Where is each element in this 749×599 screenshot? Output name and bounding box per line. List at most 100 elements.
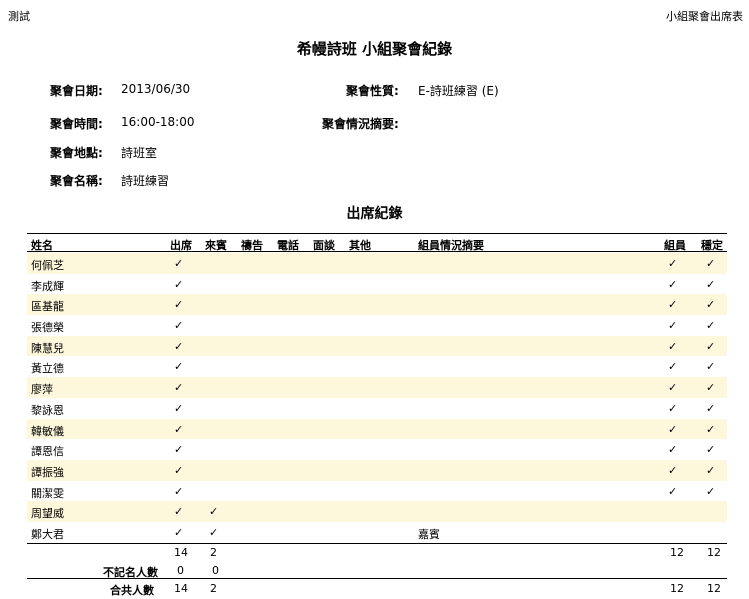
cell-stable: ✓ (706, 277, 716, 291)
cell-member: ✓ (668, 463, 678, 477)
cell-name: 黎詠恩 (31, 403, 64, 417)
cell-member: ✓ (668, 277, 678, 291)
cell-name: 何佩芝 (31, 259, 64, 272)
table-row: 鄭大君 ✓ ✓ 嘉賓 (27, 522, 727, 543)
cell-name: 張德榮 (31, 321, 64, 335)
cell-member: ✓ (668, 381, 678, 395)
table-row: 周望威 ✓ ✓ (27, 501, 727, 522)
cell-name: 周望威 (31, 507, 64, 521)
cell-stable: ✓ (706, 360, 716, 374)
cell-name: 李成輝 (31, 279, 64, 293)
cell-stable: ✓ (706, 422, 716, 436)
cell-stable: ✓ (706, 257, 716, 270)
cell-stable: ✓ (706, 319, 716, 333)
cell-member: ✓ (668, 339, 678, 353)
cell-name: 韓敏儀 (31, 424, 64, 438)
total-label: 合共人數 (110, 584, 154, 597)
total-attend: 14 (174, 582, 188, 595)
cell-attend: ✓ (174, 505, 184, 519)
cell-name: 關潔雯 (31, 486, 64, 500)
name-value: 詩班練習 (121, 174, 170, 188)
date-label: 聚會日期: (50, 84, 103, 98)
cell-name: 陳慧兒 (31, 341, 64, 355)
nature-label: 聚會性質: (346, 84, 399, 98)
nature-value: E-詩班練習 (E) (418, 84, 499, 98)
cell-notes: 嘉賓 (418, 527, 440, 541)
cell-member: ✓ (668, 401, 678, 415)
subtotal-guest: 2 (210, 546, 217, 559)
cell-member: ✓ (668, 360, 678, 374)
cell-attend: ✓ (174, 401, 184, 415)
cell-name: 黃立德 (31, 362, 64, 376)
cell-attend: ✓ (174, 319, 184, 333)
cell-name: 廖萍 (31, 383, 53, 397)
subtotal-attend: 14 (174, 546, 188, 559)
cell-member: ✓ (668, 422, 678, 436)
cell-attend: ✓ (174, 463, 184, 477)
table-row: 廖萍 ✓ ✓ ✓ (27, 377, 727, 398)
table-header-rule (27, 251, 727, 252)
cell-member: ✓ (668, 257, 678, 270)
total-guest: 2 (210, 582, 217, 595)
anonymous-attend: 0 (177, 564, 184, 577)
cell-stable: ✓ (706, 339, 716, 353)
attendance-rows: 何佩芝 ✓ ✓ ✓ 李成輝 ✓ ✓ ✓ 區基龍 ✓ ✓ ✓ 張德榮 ✓ ✓ ✓ … (27, 253, 727, 543)
cell-stable: ✓ (706, 443, 716, 457)
total-member: 12 (670, 582, 684, 595)
cell-name: 區基龍 (31, 300, 64, 314)
cell-attend: ✓ (174, 277, 184, 291)
table-row: 韓敏儀 ✓ ✓ ✓ (27, 418, 727, 440)
subtotal-rule (27, 543, 727, 544)
cell-name: 譚恩信 (31, 445, 64, 459)
table-row: 關潔雯 ✓ ✓ ✓ (27, 481, 727, 502)
table-row: 何佩芝 ✓ ✓ ✓ (27, 253, 727, 274)
cell-name: 鄭大君 (31, 527, 64, 541)
cell-stable: ✓ (706, 401, 716, 415)
cell-stable: ✓ (706, 298, 716, 312)
subtotal-stable: 12 (707, 546, 721, 559)
subtotal-member: 12 (670, 546, 684, 559)
cell-member: ✓ (668, 443, 678, 457)
cell-attend: ✓ (174, 381, 184, 395)
cell-attend: ✓ (174, 360, 184, 374)
place-label: 聚會地點: (50, 146, 103, 160)
cell-member: ✓ (668, 484, 678, 498)
cell-attend: ✓ (174, 525, 184, 539)
cell-member: ✓ (668, 298, 678, 312)
cell-name: 譚振強 (31, 465, 64, 479)
name-label: 聚會名稱: (50, 174, 103, 188)
cell-stable: ✓ (706, 463, 716, 477)
cell-attend: ✓ (174, 484, 184, 498)
table-row: 譚恩信 ✓ ✓ ✓ (27, 439, 727, 460)
table-row: 黎詠恩 ✓ ✓ ✓ (27, 398, 727, 419)
attendance-title: 出席紀錄 (346, 206, 403, 222)
table-row: 陳慧兒 ✓ ✓ ✓ (27, 335, 727, 357)
header-left: 測試 (8, 10, 30, 23)
total-stable: 12 (707, 582, 721, 595)
cell-attend: ✓ (174, 422, 184, 436)
time-value: 16:00-18:00 (121, 115, 195, 129)
table-row: 黃立德 ✓ ✓ ✓ (27, 356, 727, 377)
cell-stable: ✓ (706, 381, 716, 395)
time-label: 聚會時間: (50, 117, 103, 131)
cell-attend: ✓ (174, 298, 184, 312)
header-right: 小組聚會出席表 (666, 10, 743, 23)
cell-attend: ✓ (174, 257, 184, 270)
cell-member: ✓ (668, 319, 678, 333)
cell-guest: ✓ (209, 505, 219, 519)
date-value: 2013/06/30 (121, 82, 191, 96)
table-top-rule (27, 233, 727, 234)
page-title: 希幔詩班 小組聚會紀錄 (296, 40, 453, 58)
summary-label: 聚會情況摘要: (322, 117, 399, 131)
table-row: 李成輝 ✓ ✓ ✓ (27, 274, 727, 295)
cell-attend: ✓ (174, 443, 184, 457)
cell-attend: ✓ (174, 339, 184, 353)
table-row: 譚振強 ✓ ✓ ✓ (27, 459, 727, 481)
place-value: 詩班室 (121, 146, 158, 160)
table-row: 張德榮 ✓ ✓ ✓ (27, 315, 727, 336)
anonymous-guest: 0 (212, 564, 219, 577)
cell-stable: ✓ (706, 484, 716, 498)
table-row: 區基龍 ✓ ✓ ✓ (27, 294, 727, 316)
cell-guest: ✓ (209, 525, 219, 539)
table-header: 姓名 出席 來賓 禱告 電話 面談 其他 組員情況摘要 組員 穩定 (27, 236, 727, 252)
